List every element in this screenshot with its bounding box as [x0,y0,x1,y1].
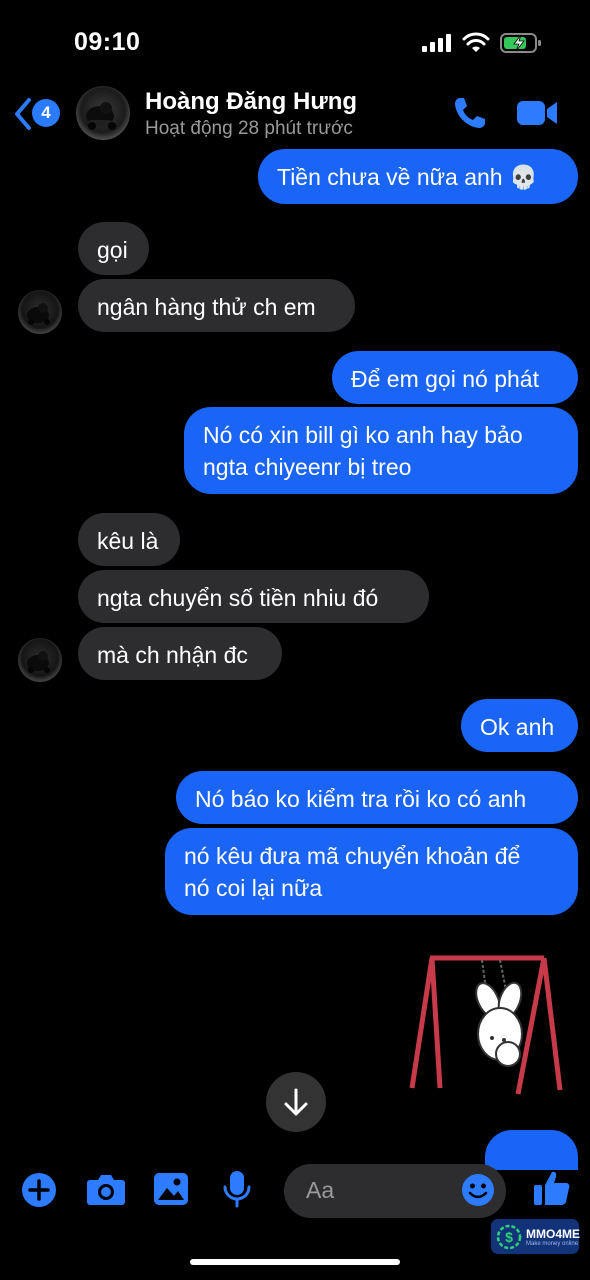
message-text: Ok anh [480,714,555,740]
svg-text:$: $ [505,1229,513,1245]
sender-avatar[interactable] [18,638,62,682]
scroll-to-bottom-button[interactable] [266,1072,326,1132]
message-incoming[interactable]: gọi [78,222,149,275]
message-text-line: nó coi lại nữa [184,875,323,901]
bunny-swing-sticker[interactable] [404,950,574,1100]
unread-count-badge[interactable]: 4 [32,99,60,127]
message-outgoing-partial[interactable] [485,1130,578,1170]
message-text-line: ngta chiyeenr bị treo [203,454,412,480]
emoji-icon[interactable] [461,1173,495,1207]
status-time: 09:10 [74,28,141,56]
wifi-icon [462,32,490,52]
contact-activity-status: Hoạt động 28 phút trước [145,118,353,139]
thumbs-up-icon[interactable] [532,1168,572,1208]
message-text: Tiền chưa về nữa anh 💀 [277,164,538,190]
dollar-coin-icon: $ [496,1224,522,1250]
watermark-label: MMO4ME [526,1227,580,1241]
message-outgoing[interactable]: nó kêu đưa mã chuyển khoản để nó coi lại… [165,828,578,915]
message-outgoing[interactable]: Tiền chưa về nữa anh 💀 [258,149,578,204]
back-chevron-icon[interactable] [12,96,34,132]
message-incoming[interactable]: ngta chuyển số tiền nhiu đó [78,570,429,623]
message-text: mà ch nhận đc [97,642,248,668]
microphone-icon[interactable] [222,1169,252,1209]
gallery-icon[interactable] [153,1172,189,1206]
message-outgoing[interactable]: Nó báo ko kiểm tra rồi ko có anh [176,771,578,824]
message-incoming[interactable]: mà ch nhận đc [78,627,282,680]
contact-name[interactable]: Hoàng Đăng Hưng [145,88,357,116]
message-text: Để em gọi nó phát [351,366,539,392]
plus-icon[interactable] [21,1172,57,1208]
message-text: ngân hàng thử ch em [97,294,316,320]
avatar-photo-icon [27,303,50,325]
scroll-down-arrow-icon [284,1088,308,1116]
avatar-photo-icon [86,102,116,130]
message-outgoing[interactable]: Nó có xin bill gì ko anh hay bảo ngta ch… [184,407,578,494]
message-text-line: Nó có xin bill gì ko anh hay bảo [203,422,523,448]
message-outgoing[interactable]: Ok anh [461,699,578,752]
message-text: gọi [97,237,128,263]
message-incoming[interactable]: kêu là [78,513,180,566]
cellular-signal-icon [422,34,451,52]
phone-icon[interactable] [452,95,488,131]
avatar-photo-icon [27,651,50,673]
message-text-line: nó kêu đưa mã chuyển khoản để [184,843,521,869]
contact-avatar[interactable] [76,86,130,140]
home-indicator[interactable] [190,1259,400,1265]
battery-charging-icon [500,33,541,53]
message-text: kêu là [97,528,159,554]
video-call-icon[interactable] [516,97,558,129]
message-text: ngta chuyển số tiền nhiu đó [97,585,379,611]
sender-avatar[interactable] [18,290,62,334]
message-incoming[interactable]: ngân hàng thử ch em [78,279,355,332]
message-input-placeholder: Aa [306,1177,335,1203]
message-outgoing[interactable]: Để em gọi nó phát [332,351,578,404]
watermark-sublabel: Make money online [526,1241,579,1247]
camera-icon[interactable] [86,1172,126,1206]
message-text: Nó báo ko kiểm tra rồi ko có anh [195,786,527,812]
